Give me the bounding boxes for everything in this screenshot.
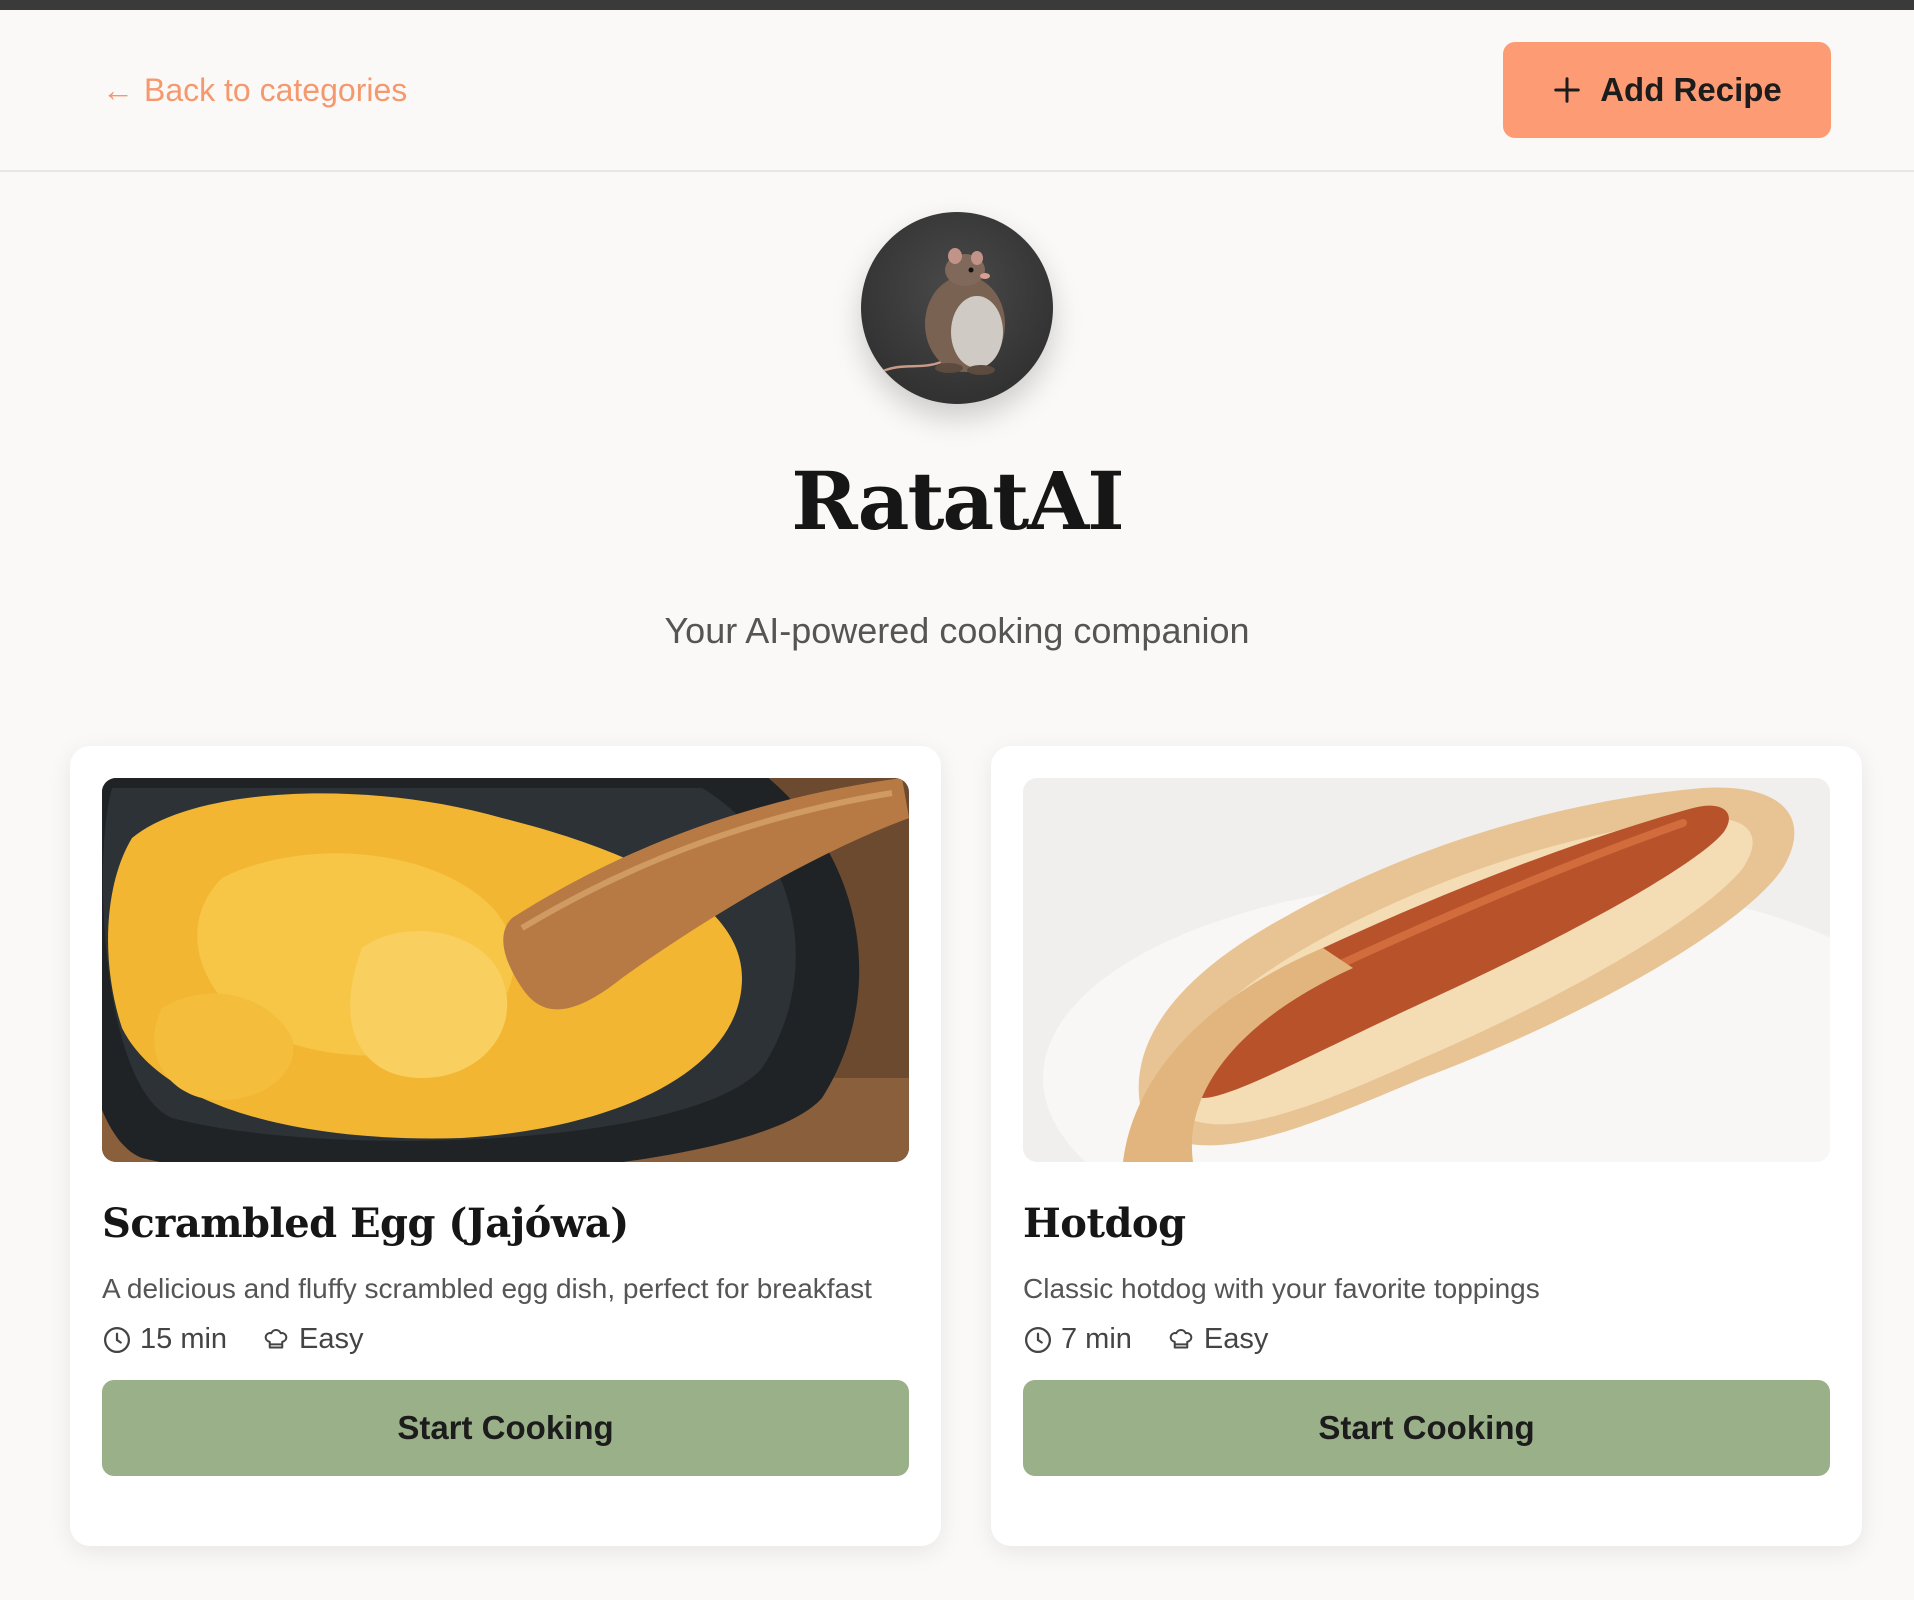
back-link-label: Back to categories bbox=[144, 71, 408, 108]
top-stripe bbox=[0, 0, 1914, 10]
recipe-description: A delicious and fluffy scrambled egg dis… bbox=[102, 1273, 872, 1304]
recipe-difficulty: Easy bbox=[1166, 1323, 1268, 1356]
recipe-title: Scrambled Egg (Jajówa) bbox=[102, 1200, 629, 1247]
app-tagline: Your AI-powered cooking companion bbox=[664, 610, 1250, 651]
ratatai-logo-avatar bbox=[861, 212, 1053, 404]
rat-icon bbox=[879, 248, 1005, 375]
chef-hat-icon bbox=[1169, 1328, 1193, 1348]
top-bar: ← Back to categories Add Recipe bbox=[0, 10, 1914, 172]
recipe-meta: 7 min Easy bbox=[1023, 1323, 1830, 1356]
add-recipe-label: Add Recipe bbox=[1600, 71, 1782, 108]
hotdog-photo bbox=[1023, 778, 1830, 1162]
chef-hat-icon bbox=[264, 1328, 288, 1348]
start-cooking-button[interactable]: Start Cooking bbox=[102, 1380, 909, 1476]
clock-icon bbox=[104, 1326, 130, 1353]
hero: RatatAI Your AI-powered cooking companio… bbox=[0, 212, 1914, 652]
recipe-meta: 15 min Easy bbox=[102, 1323, 909, 1356]
recipe-description: Classic hotdog with your favorite toppin… bbox=[1023, 1273, 1540, 1304]
add-recipe-button[interactable]: Add Recipe bbox=[1503, 42, 1831, 138]
start-cooking-button[interactable]: Start Cooking bbox=[1023, 1380, 1830, 1476]
arrow-left-icon: ← bbox=[102, 72, 134, 108]
clock-icon bbox=[1025, 1326, 1051, 1353]
recipe-time-label: 7 min bbox=[1061, 1323, 1132, 1355]
recipe-card-hotdog: Hotdog Classic hotdog with your favorite… bbox=[991, 746, 1862, 1546]
recipe-difficulty-label: Easy bbox=[1203, 1323, 1269, 1355]
app-title: RatatAI bbox=[791, 454, 1124, 548]
plus-icon bbox=[1554, 77, 1580, 103]
recipe-difficulty-label: Easy bbox=[299, 1323, 364, 1355]
recipe-card-scrambled-egg: Scrambled Egg (Jajówa) A delicious and f… bbox=[70, 746, 941, 1546]
recipe-difficulty: Easy bbox=[261, 1323, 364, 1356]
recipe-list: Scrambled Egg (Jajówa) A delicious and f… bbox=[70, 746, 1862, 1546]
recipe-time: 15 min bbox=[102, 1323, 227, 1356]
recipe-time: 7 min bbox=[1023, 1323, 1132, 1356]
recipe-time-label: 15 min bbox=[140, 1323, 228, 1355]
recipe-title: Hotdog bbox=[1023, 1200, 1186, 1247]
scrambled-egg-photo bbox=[102, 778, 909, 1162]
back-to-categories-link[interactable]: ← Back to categories bbox=[102, 72, 407, 109]
